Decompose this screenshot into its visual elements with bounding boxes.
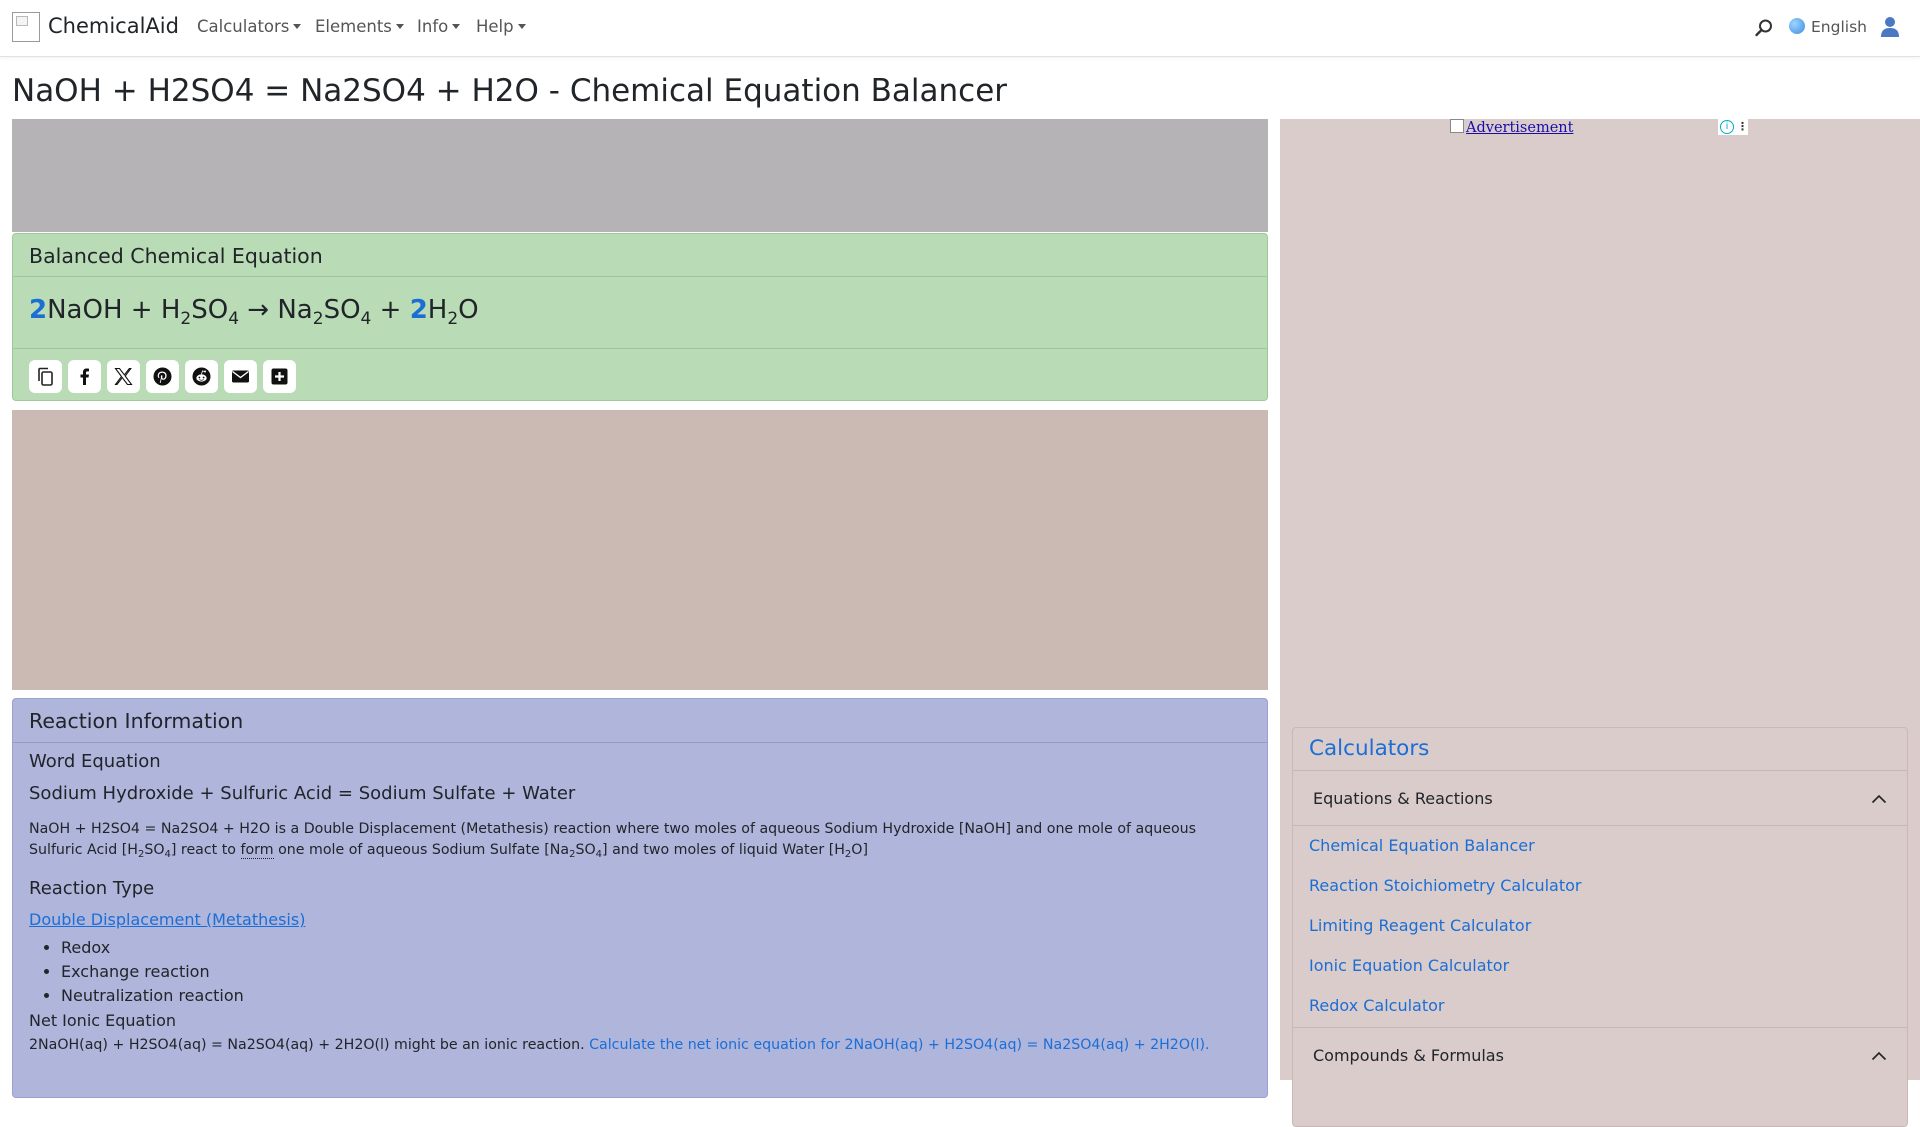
plus-icon bbox=[271, 368, 288, 385]
top-navbar: ChemicalAid Calculators Elements Info He… bbox=[0, 0, 1920, 57]
x-icon bbox=[114, 367, 133, 386]
accordion-label: Equations & Reactions bbox=[1313, 789, 1493, 808]
arrow: → bbox=[247, 295, 270, 325]
nav-help-label: Help bbox=[476, 17, 514, 36]
nav-info-menu[interactable]: Info bbox=[417, 17, 461, 36]
reddit-share-button[interactable] bbox=[185, 360, 218, 393]
language-selector[interactable]: English bbox=[1789, 18, 1867, 36]
reactant-naoh: NaOH bbox=[47, 295, 123, 325]
pinterest-icon bbox=[153, 367, 172, 386]
reaction-type-link[interactable]: Double Displacement (Metathesis) bbox=[29, 910, 305, 929]
copy-icon bbox=[38, 367, 53, 386]
coefficient: 2 bbox=[409, 295, 428, 325]
nav-elements-label: Elements bbox=[315, 17, 392, 36]
page-title: NaOH + H2SO4 = Na2SO4 + H2O - Chemical E… bbox=[12, 73, 1008, 109]
reaction-type-list: Redox Exchange reaction Neutralization r… bbox=[29, 936, 244, 1008]
net-ionic-heading: Net Ionic Equation bbox=[29, 1011, 177, 1030]
share-toolbar bbox=[13, 349, 1267, 393]
net-ionic-line: 2NaOH(aq) + H2SO4(aq) = Na2SO4(aq) + 2H2… bbox=[29, 1037, 1210, 1053]
link-reaction-stoichiometry-calculator[interactable]: Reaction Stoichiometry Calculator bbox=[1309, 876, 1582, 895]
link-chemical-equation-balancer[interactable]: Chemical Equation Balancer bbox=[1309, 836, 1535, 855]
ad-banner-middle[interactable] bbox=[12, 410, 1268, 690]
search-icon[interactable] bbox=[1754, 18, 1774, 38]
nav-info-label: Info bbox=[417, 17, 449, 36]
reaction-type-item: Exchange reaction bbox=[61, 960, 244, 984]
nav-calculators-menu[interactable]: Calculators bbox=[197, 17, 302, 36]
equations-reactions-accordion[interactable]: Equations & Reactions bbox=[1293, 771, 1907, 826]
reddit-icon bbox=[192, 367, 211, 386]
brand-logo-icon[interactable] bbox=[12, 12, 40, 42]
ad-choices[interactable]: i ⋮ bbox=[1718, 119, 1748, 135]
balanced-equation-card: Balanced Chemical Equation 2NaOH + H2SO4… bbox=[12, 233, 1268, 401]
language-label: English bbox=[1811, 18, 1867, 36]
advertisement-label: Advertisement bbox=[1466, 120, 1574, 136]
product-na2so4: Na2SO4 bbox=[277, 295, 372, 329]
advertisement-link[interactable]: Advertisement bbox=[1450, 119, 1573, 136]
net-ionic-calculate-link[interactable]: Calculate the net ionic equation for 2Na… bbox=[589, 1037, 1209, 1053]
chevron-up-icon bbox=[1871, 1051, 1887, 1061]
facebook-icon bbox=[80, 368, 89, 385]
globe-icon bbox=[1789, 18, 1805, 34]
balanced-equation: 2NaOH + H2SO4 → Na2SO4 + 2H2O bbox=[13, 277, 1267, 349]
word-equation: Sodium Hydroxide + Sulfuric Acid = Sodiu… bbox=[29, 783, 576, 804]
pinterest-share-button[interactable] bbox=[146, 360, 179, 393]
word-equation-heading: Word Equation bbox=[29, 751, 161, 772]
email-share-button[interactable] bbox=[224, 360, 257, 393]
facebook-share-button[interactable] bbox=[68, 360, 101, 393]
ad-info-icon[interactable]: i bbox=[1720, 120, 1734, 134]
link-redox-calculator[interactable]: Redox Calculator bbox=[1309, 996, 1445, 1015]
reaction-type-item: Neutralization reaction bbox=[61, 984, 244, 1008]
calculators-title: Calculators bbox=[1293, 728, 1907, 771]
caret-down-icon bbox=[517, 24, 526, 29]
reaction-information-card: Reaction Information Word Equation Sodiu… bbox=[12, 698, 1268, 1098]
ad-banner-top[interactable] bbox=[12, 119, 1268, 232]
calculators-card: Calculators Equations & Reactions Chemic… bbox=[1292, 727, 1908, 1127]
link-limiting-reagent-calculator[interactable]: Limiting Reagent Calculator bbox=[1309, 916, 1531, 935]
caret-down-icon bbox=[452, 24, 461, 29]
compounds-formulas-accordion[interactable]: Compounds & Formulas bbox=[1293, 1027, 1907, 1079]
nav-elements-menu[interactable]: Elements bbox=[315, 17, 404, 36]
chevron-up-icon bbox=[1871, 794, 1887, 804]
plus-sign: + bbox=[379, 295, 402, 325]
nav-calculators-label: Calculators bbox=[197, 17, 290, 36]
x-share-button[interactable] bbox=[107, 360, 140, 393]
balanced-equation-heading: Balanced Chemical Equation bbox=[13, 234, 1267, 277]
reaction-description: NaOH + H2SO4 = Na2SO4 + H2O is a Double … bbox=[29, 821, 1197, 860]
user-icon[interactable] bbox=[1880, 16, 1900, 38]
ad-menu-icon[interactable]: ⋮ bbox=[1737, 119, 1748, 135]
link-ionic-equation-calculator[interactable]: Ionic Equation Calculator bbox=[1309, 956, 1509, 975]
plus-sign: + bbox=[130, 295, 153, 325]
reactant-h2so4: H2SO4 bbox=[160, 295, 240, 329]
email-icon bbox=[232, 370, 249, 383]
reaction-type-heading: Reaction Type bbox=[29, 878, 155, 899]
net-ionic-text: 2NaOH(aq) + H2SO4(aq) = Na2SO4(aq) + 2H2… bbox=[29, 1037, 585, 1053]
coefficient: 2 bbox=[29, 295, 48, 325]
form-term[interactable]: form bbox=[240, 842, 274, 859]
caret-down-icon bbox=[395, 24, 404, 29]
accordion-label: Compounds & Formulas bbox=[1313, 1046, 1504, 1065]
nav-help-menu[interactable]: Help bbox=[476, 17, 526, 36]
more-share-button[interactable] bbox=[263, 360, 296, 393]
copy-button[interactable] bbox=[29, 360, 62, 393]
reaction-type-item: Redox bbox=[61, 936, 244, 960]
product-h2o: H2O bbox=[427, 295, 479, 329]
reaction-information-heading: Reaction Information bbox=[13, 699, 1267, 743]
broken-image-icon bbox=[1450, 119, 1464, 133]
caret-down-icon bbox=[293, 24, 302, 29]
brand-name-link[interactable]: ChemicalAid bbox=[48, 14, 179, 38]
